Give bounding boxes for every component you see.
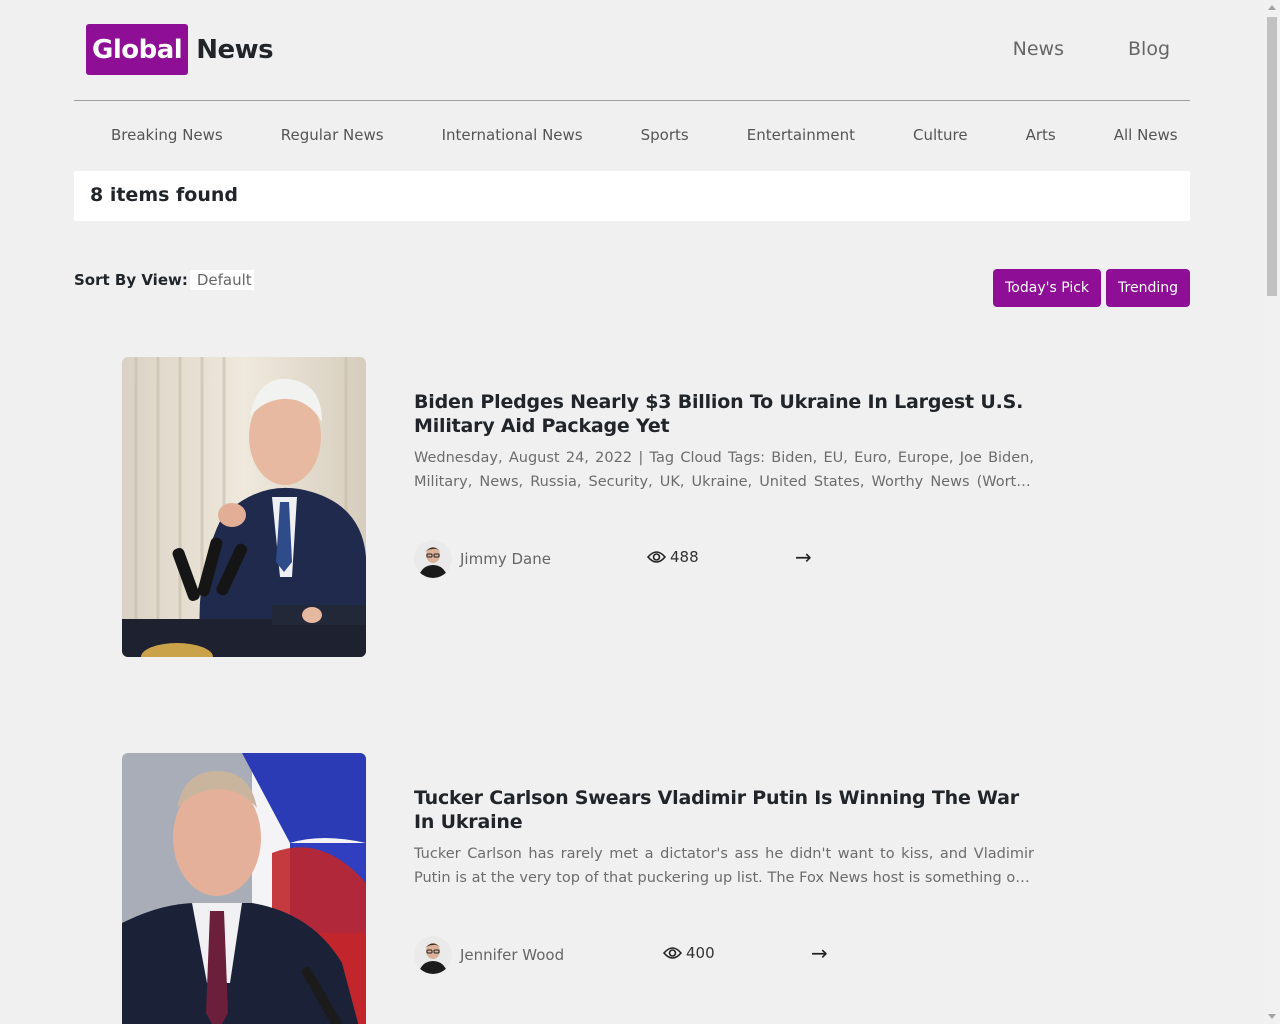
todays-pick-button[interactable]: Today's Pick: [993, 269, 1102, 307]
view-count: 400: [686, 944, 715, 962]
arrow-right-icon[interactable]: →: [795, 545, 812, 569]
nav-news-link[interactable]: News: [1013, 38, 1064, 60]
article-title[interactable]: Biden Pledges Nearly $3 Billion To Ukrai…: [414, 390, 1034, 438]
article-content: Tucker Carlson Swears Vladimir Putin Is …: [414, 753, 1034, 974]
scroll-down-icon[interactable]: [1268, 1014, 1276, 1019]
scrollbar-thumb[interactable]: [1267, 17, 1277, 296]
category-sports[interactable]: Sports: [641, 126, 689, 144]
author-name: Jennifer Wood: [460, 946, 565, 964]
trending-button[interactable]: Trending: [1106, 269, 1190, 307]
article-card: Tucker Carlson Swears Vladimir Putin Is …: [122, 753, 1034, 1024]
sort-select[interactable]: Default: [189, 270, 254, 290]
category-arts[interactable]: Arts: [1026, 126, 1056, 144]
category-nav: Breaking News Regular News International…: [110, 126, 1178, 144]
category-regular-news[interactable]: Regular News: [281, 126, 384, 144]
article-views: 400: [663, 944, 715, 962]
results-bar: 8 items found: [74, 171, 1190, 221]
scroll-up-icon[interactable]: [1268, 5, 1276, 10]
author-avatar: [414, 540, 452, 578]
nav-blog-link[interactable]: Blog: [1128, 38, 1170, 60]
article-author[interactable]: Jennifer Wood: [414, 936, 564, 974]
eye-icon: [663, 947, 682, 959]
eye-icon: [647, 551, 666, 563]
article-excerpt: Wednesday, August 24, 2022 | Tag Cloud T…: [414, 450, 1034, 490]
category-breaking-news[interactable]: Breaking News: [111, 126, 223, 144]
category-international-news[interactable]: International News: [442, 126, 583, 144]
view-count: 488: [670, 548, 699, 566]
top-nav: News Blog: [949, 38, 1170, 60]
sort-control: Sort By View: Default: [74, 270, 254, 290]
logo-highlight: Global: [86, 24, 189, 75]
page-scrollbar[interactable]: [1264, 0, 1280, 1024]
article-excerpt: Tucker Carlson has rarely met a dictator…: [414, 846, 1034, 886]
article-views: 488: [647, 548, 699, 566]
pick-buttons: Today's Pick Trending: [993, 269, 1190, 307]
sort-label: Sort By View:: [74, 271, 188, 289]
category-culture[interactable]: Culture: [913, 126, 968, 144]
article-content: Biden Pledges Nearly $3 Billion To Ukrai…: [414, 357, 1034, 578]
site-logo[interactable]: Global News: [86, 24, 274, 75]
article-author[interactable]: Jimmy Dane: [414, 540, 551, 578]
article-title[interactable]: Tucker Carlson Swears Vladimir Putin Is …: [414, 786, 1034, 834]
category-all-news[interactable]: All News: [1114, 126, 1178, 144]
article-image[interactable]: [122, 357, 366, 657]
category-entertainment[interactable]: Entertainment: [747, 126, 855, 144]
article-image[interactable]: [122, 753, 366, 1024]
site-header: Global News News Blog: [74, 0, 1190, 101]
author-name: Jimmy Dane: [460, 550, 551, 568]
results-count: 8 items found: [90, 184, 239, 206]
logo-text: News: [196, 34, 274, 65]
article-card: Biden Pledges Nearly $3 Billion To Ukrai…: [122, 357, 1034, 657]
author-avatar: [414, 936, 452, 974]
arrow-right-icon[interactable]: →: [811, 941, 828, 965]
